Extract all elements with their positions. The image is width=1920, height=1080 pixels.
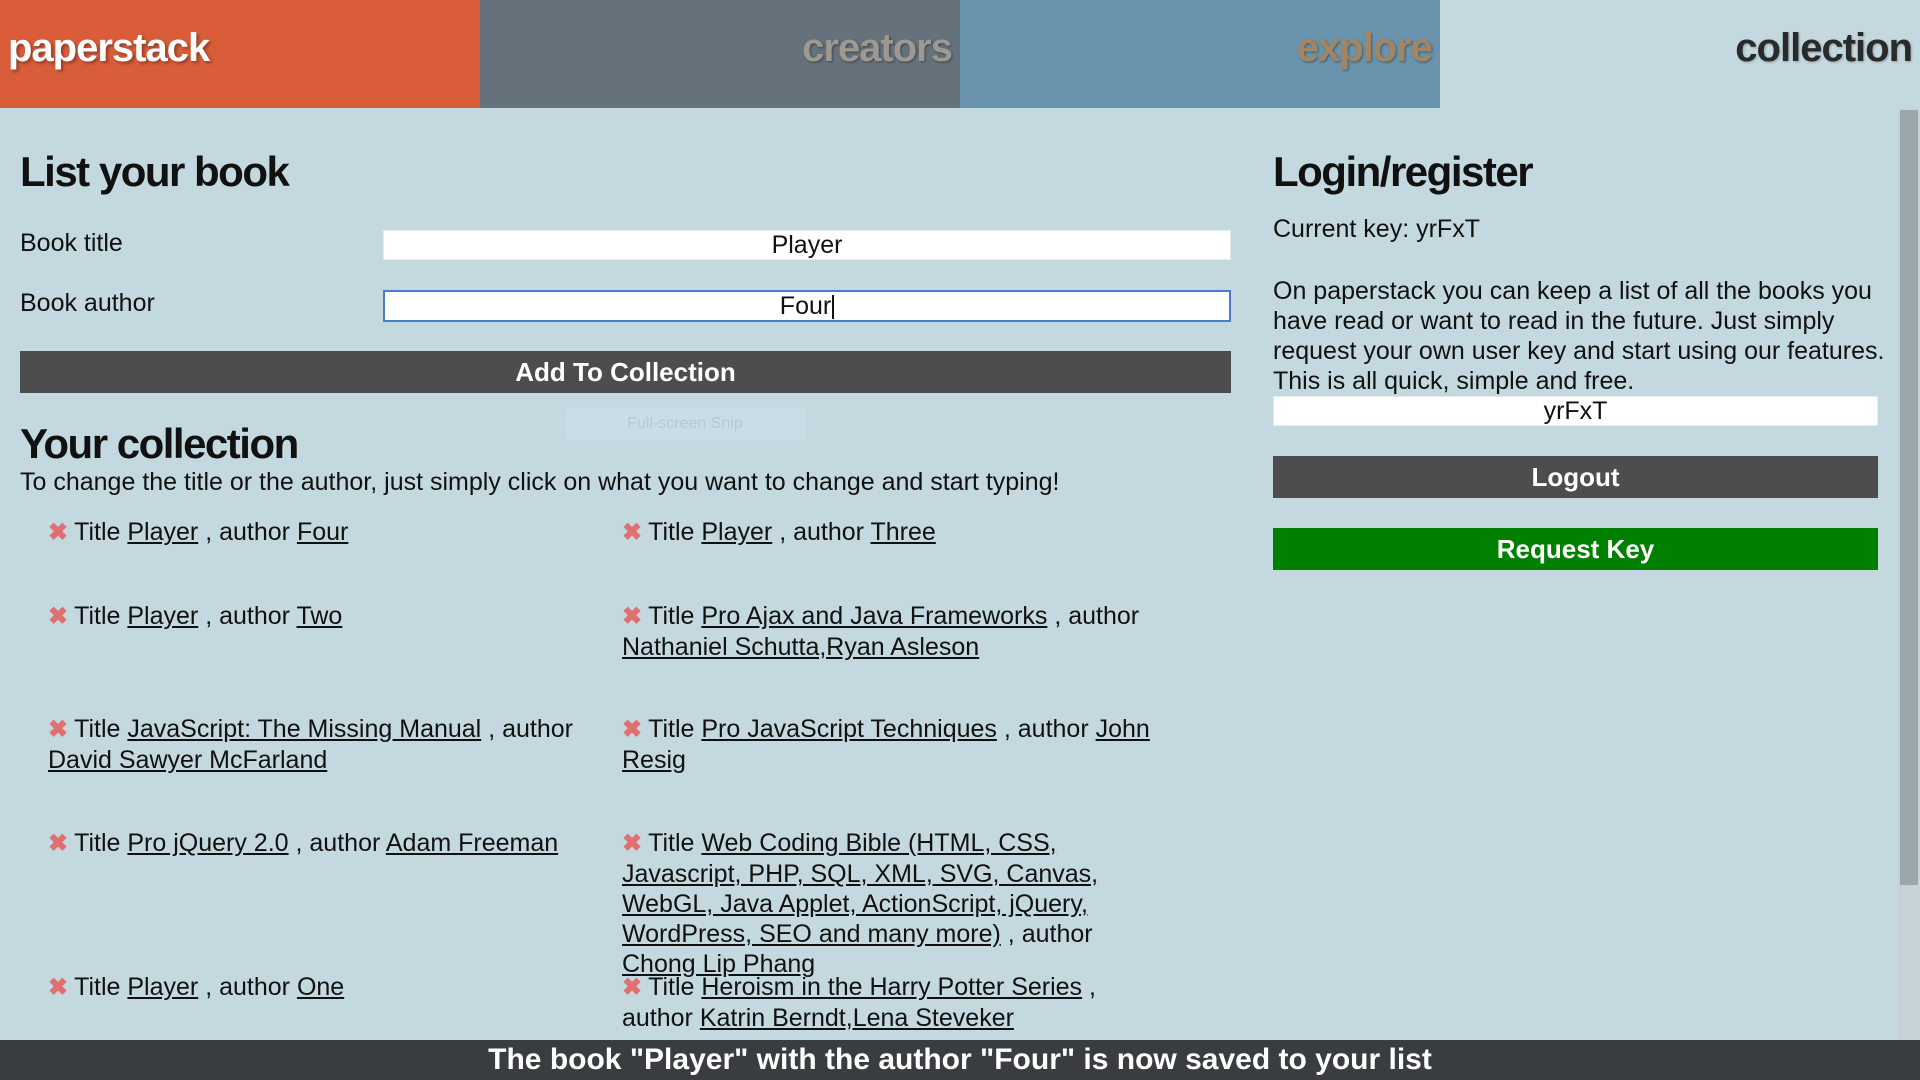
logout-button[interactable]: Logout <box>1273 456 1878 498</box>
book-author-link[interactable]: One <box>297 973 344 1001</box>
nav-explore-label: explore <box>1296 26 1433 70</box>
snip-overlay: Full-screen Snip <box>565 408 805 440</box>
book-author-link[interactable]: Three <box>870 518 935 546</box>
list-item: ✖ Title Heroism in the Harry Potter Serie… <box>622 972 1162 1033</box>
remove-x-icon[interactable]: ✖ <box>622 716 642 743</box>
remove-x-icon[interactable]: ✖ <box>48 716 68 743</box>
collection-intro: To change the title or the author, just … <box>20 468 1060 496</box>
author-word: , author <box>1007 920 1093 948</box>
text-caret <box>832 295 835 320</box>
user-key-input[interactable]: yrFxT <box>1273 396 1878 426</box>
book-title-link[interactable]: Pro JavaScript Techniques <box>701 715 997 743</box>
scrollbar-thumb[interactable] <box>1900 110 1918 885</box>
book-author-link[interactable]: Four <box>297 518 348 546</box>
login-description: On paperstack you can keep a list of all… <box>1273 277 1885 395</box>
nav-collection[interactable]: collection <box>1440 0 1920 108</box>
author-word: , author <box>205 973 290 1001</box>
title-word: Title <box>648 715 695 743</box>
nav-brand[interactable]: paperstack <box>0 0 480 108</box>
book-author-link[interactable]: Two <box>296 602 342 630</box>
author-word: , author <box>1003 715 1089 743</box>
book-author-value: Four <box>779 292 832 320</box>
nav-collection-label: collection <box>1735 26 1913 70</box>
remove-x-icon[interactable]: ✖ <box>622 519 642 546</box>
author-word: , author <box>1054 602 1140 630</box>
title-word: Title <box>648 602 695 630</box>
list-book-heading: List your book <box>20 148 290 195</box>
list-item: ✖ Title Player , author Four <box>48 517 608 548</box>
title-word: Title <box>74 829 121 857</box>
list-item: ✖ Title Player , author Three <box>622 517 1182 548</box>
book-title-link[interactable]: Player <box>127 518 198 546</box>
book-author-label: Book author <box>20 289 155 317</box>
page-scrollbar[interactable] <box>1898 108 1920 1040</box>
book-title-link[interactable]: Player <box>127 602 198 630</box>
login-heading: Login/register <box>1273 148 1534 195</box>
top-nav: paperstack creators explore collection <box>0 0 1920 108</box>
request-key-button[interactable]: Request Key <box>1273 528 1878 570</box>
book-author-link[interactable]: Katrin Berndt,Lena Steveker <box>700 1004 1014 1032</box>
title-word: Title <box>648 829 695 857</box>
author-word: , author <box>779 518 864 546</box>
nav-explore[interactable]: explore <box>960 0 1440 108</box>
book-author-link[interactable]: David Sawyer McFarland <box>48 746 327 774</box>
title-word: Title <box>74 715 121 743</box>
nav-creators[interactable]: creators <box>480 0 960 108</box>
title-word: Title <box>74 518 121 546</box>
remove-x-icon[interactable]: ✖ <box>48 519 68 546</box>
book-title-link[interactable]: Pro jQuery 2.0 <box>127 829 288 857</box>
remove-x-icon[interactable]: ✖ <box>48 974 68 1001</box>
remove-x-icon[interactable]: ✖ <box>622 830 642 857</box>
list-item: ✖ Title Player , author One <box>48 972 608 1003</box>
nav-creators-label: creators <box>802 26 953 70</box>
collection-heading: Your collection <box>20 420 299 467</box>
title-word: Title <box>74 602 121 630</box>
status-toast: The book "Player" with the author "Four"… <box>0 1040 1920 1080</box>
book-title-link[interactable]: Pro Ajax and Java Frameworks <box>701 602 1047 630</box>
book-title-label: Book title <box>20 229 123 257</box>
book-title-input[interactable]: Player <box>383 230 1231 260</box>
current-key-text: Current key: yrFxT <box>1273 215 1480 243</box>
list-item: ✖ Title Player , author Two <box>48 601 608 632</box>
author-word: , author <box>488 715 573 743</box>
list-item: ✖ Title JavaScript: The Missing Manual , … <box>48 714 608 775</box>
book-author-link[interactable]: Nathaniel Schutta,Ryan Asleson <box>622 633 979 661</box>
author-word: , author <box>205 518 290 546</box>
list-item: ✖ Title Pro jQuery 2.0 , author Adam Free… <box>48 828 608 859</box>
book-title-link[interactable]: JavaScript: The Missing Manual <box>127 715 481 743</box>
list-item: ✖ Title Web Coding Bible (HTML, CSS, Java… <box>622 828 1172 979</box>
book-title-link[interactable]: Heroism in the Harry Potter Series <box>701 973 1082 1001</box>
add-to-collection-button[interactable]: Add To Collection <box>20 351 1231 393</box>
list-item: ✖ Title Pro Ajax and Java Frameworks , au… <box>622 601 1162 662</box>
title-word: Title <box>648 973 695 1001</box>
title-word: Title <box>648 518 695 546</box>
remove-x-icon[interactable]: ✖ <box>48 603 68 630</box>
author-word: , author <box>205 602 290 630</box>
user-key-value: yrFxT <box>1543 397 1608 425</box>
book-author-input[interactable]: Four <box>383 290 1231 322</box>
book-title-link[interactable]: Player <box>127 973 198 1001</box>
book-title-link[interactable]: Player <box>701 518 772 546</box>
book-title-value: Player <box>771 231 843 259</box>
remove-x-icon[interactable]: ✖ <box>622 974 642 1001</box>
remove-x-icon[interactable]: ✖ <box>48 830 68 857</box>
brand-logo: paperstack <box>8 26 210 70</box>
list-item: ✖ Title Pro JavaScript Techniques , autho… <box>622 714 1182 775</box>
title-word: Title <box>74 973 121 1001</box>
author-word: , author <box>295 829 381 857</box>
remove-x-icon[interactable]: ✖ <box>622 603 642 630</box>
book-author-link[interactable]: Adam Freeman <box>386 829 558 857</box>
